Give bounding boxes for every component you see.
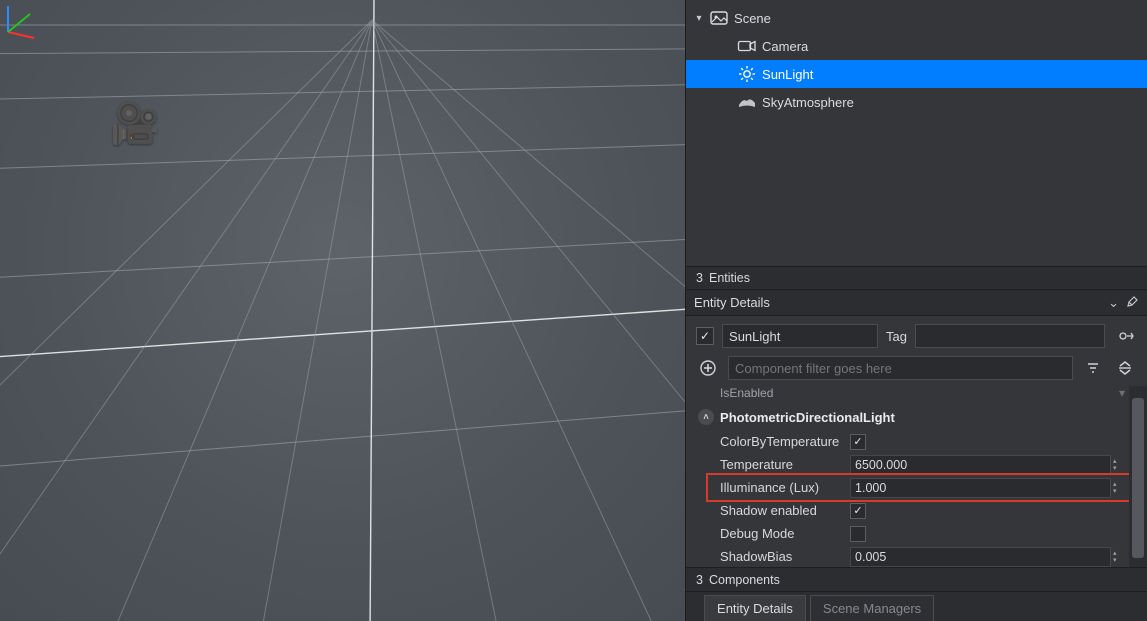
chevron-down-icon[interactable]: ⌄ bbox=[1108, 295, 1119, 311]
axis-gizmo bbox=[0, 0, 685, 621]
entities-count: 3 bbox=[696, 271, 703, 285]
pin-icon[interactable] bbox=[1127, 295, 1139, 311]
chevron-up-icon[interactable]: ˄ bbox=[698, 409, 714, 425]
hierarchy-item-camera[interactable]: Camera bbox=[686, 32, 1147, 60]
right-panel: ▾ Scene Camera bbox=[685, 0, 1147, 621]
hierarchy-item-label: SunLight bbox=[762, 67, 813, 82]
prop-color-by-temperature: ColorByTemperature ✓ bbox=[720, 430, 1125, 453]
properties-scrollbar[interactable] bbox=[1129, 386, 1147, 567]
entity-details-header: Entity Details ⌄ bbox=[686, 290, 1147, 316]
component-header[interactable]: ˄ PhotometricDirectionalLight bbox=[698, 404, 1125, 430]
spinner-icon[interactable]: ▴▾ bbox=[1111, 458, 1125, 472]
hierarchy-item-label: Camera bbox=[762, 39, 808, 54]
prop-debug-mode: Debug Mode bbox=[720, 522, 1125, 545]
caret-down-icon[interactable]: ▾ bbox=[694, 13, 704, 24]
add-component-button[interactable] bbox=[696, 356, 720, 380]
debug-mode-checkbox[interactable] bbox=[850, 526, 866, 542]
bottom-tabs: Entity Details Scene Managers bbox=[686, 591, 1147, 621]
color-by-temperature-checkbox[interactable]: ✓ bbox=[850, 434, 866, 450]
truncated-row-isenabled: IsEnabled ▾ bbox=[698, 386, 1125, 402]
entity-name-input[interactable] bbox=[722, 324, 878, 348]
sky-icon bbox=[738, 93, 756, 111]
prop-shadow-bias: ShadowBias ▴▾ bbox=[720, 545, 1125, 567]
entity-name-row: ✓ Tag bbox=[686, 316, 1147, 354]
prop-temperature: Temperature ▴▾ bbox=[720, 453, 1125, 476]
components-count: 3 bbox=[696, 573, 703, 587]
tab-entity-details[interactable]: Entity Details bbox=[704, 595, 806, 621]
entity-enabled-checkbox[interactable]: ✓ bbox=[696, 327, 714, 345]
prop-shadow-enabled: Shadow enabled ✓ bbox=[720, 499, 1125, 522]
scene-icon bbox=[710, 9, 728, 27]
hierarchy-root-label: Scene bbox=[734, 11, 771, 26]
component-filter-input[interactable] bbox=[728, 356, 1073, 380]
scrollbar-thumb[interactable] bbox=[1132, 398, 1144, 558]
spinner-icon[interactable]: ▴▾ bbox=[1111, 481, 1125, 495]
component-filter-row bbox=[686, 354, 1147, 386]
component-name: PhotometricDirectionalLight bbox=[720, 410, 895, 425]
collapse-all-icon[interactable] bbox=[1113, 356, 1137, 380]
temperature-input[interactable] bbox=[850, 455, 1111, 475]
components-status: 3 Components bbox=[686, 567, 1147, 591]
spinner-icon[interactable]: ▴▾ bbox=[1111, 550, 1125, 564]
scene-hierarchy[interactable]: ▾ Scene Camera bbox=[686, 0, 1147, 266]
tab-scene-managers[interactable]: Scene Managers bbox=[810, 595, 934, 621]
hierarchy-item-sunlight[interactable]: SunLight bbox=[686, 60, 1147, 88]
hierarchy-item-skyatmosphere[interactable]: SkyAtmosphere bbox=[686, 88, 1147, 116]
shadow-enabled-checkbox[interactable]: ✓ bbox=[850, 503, 866, 519]
tag-input[interactable] bbox=[915, 324, 1105, 348]
prop-illuminance: Illuminance (Lux) ▴▾ bbox=[720, 476, 1125, 499]
hierarchy-item-label: SkyAtmosphere bbox=[762, 95, 854, 110]
entities-word: Entities bbox=[709, 271, 750, 285]
shadow-bias-input[interactable] bbox=[850, 547, 1111, 567]
camera-icon bbox=[738, 37, 756, 55]
sort-icon[interactable] bbox=[1081, 356, 1105, 380]
sun-icon bbox=[738, 65, 756, 83]
viewport-3d[interactable]: 🎥 bbox=[0, 0, 685, 621]
components-word: Components bbox=[709, 573, 780, 587]
illuminance-input[interactable] bbox=[850, 478, 1111, 498]
component-properties: IsEnabled ▾ ˄ PhotometricDirectionalLigh… bbox=[686, 386, 1147, 567]
locate-entity-icon[interactable] bbox=[1113, 324, 1137, 348]
tag-label: Tag bbox=[886, 329, 907, 344]
entity-details-title: Entity Details bbox=[694, 295, 770, 310]
hierarchy-root-scene[interactable]: ▾ Scene bbox=[686, 4, 1147, 32]
hierarchy-status: 3 Entities bbox=[686, 266, 1147, 290]
